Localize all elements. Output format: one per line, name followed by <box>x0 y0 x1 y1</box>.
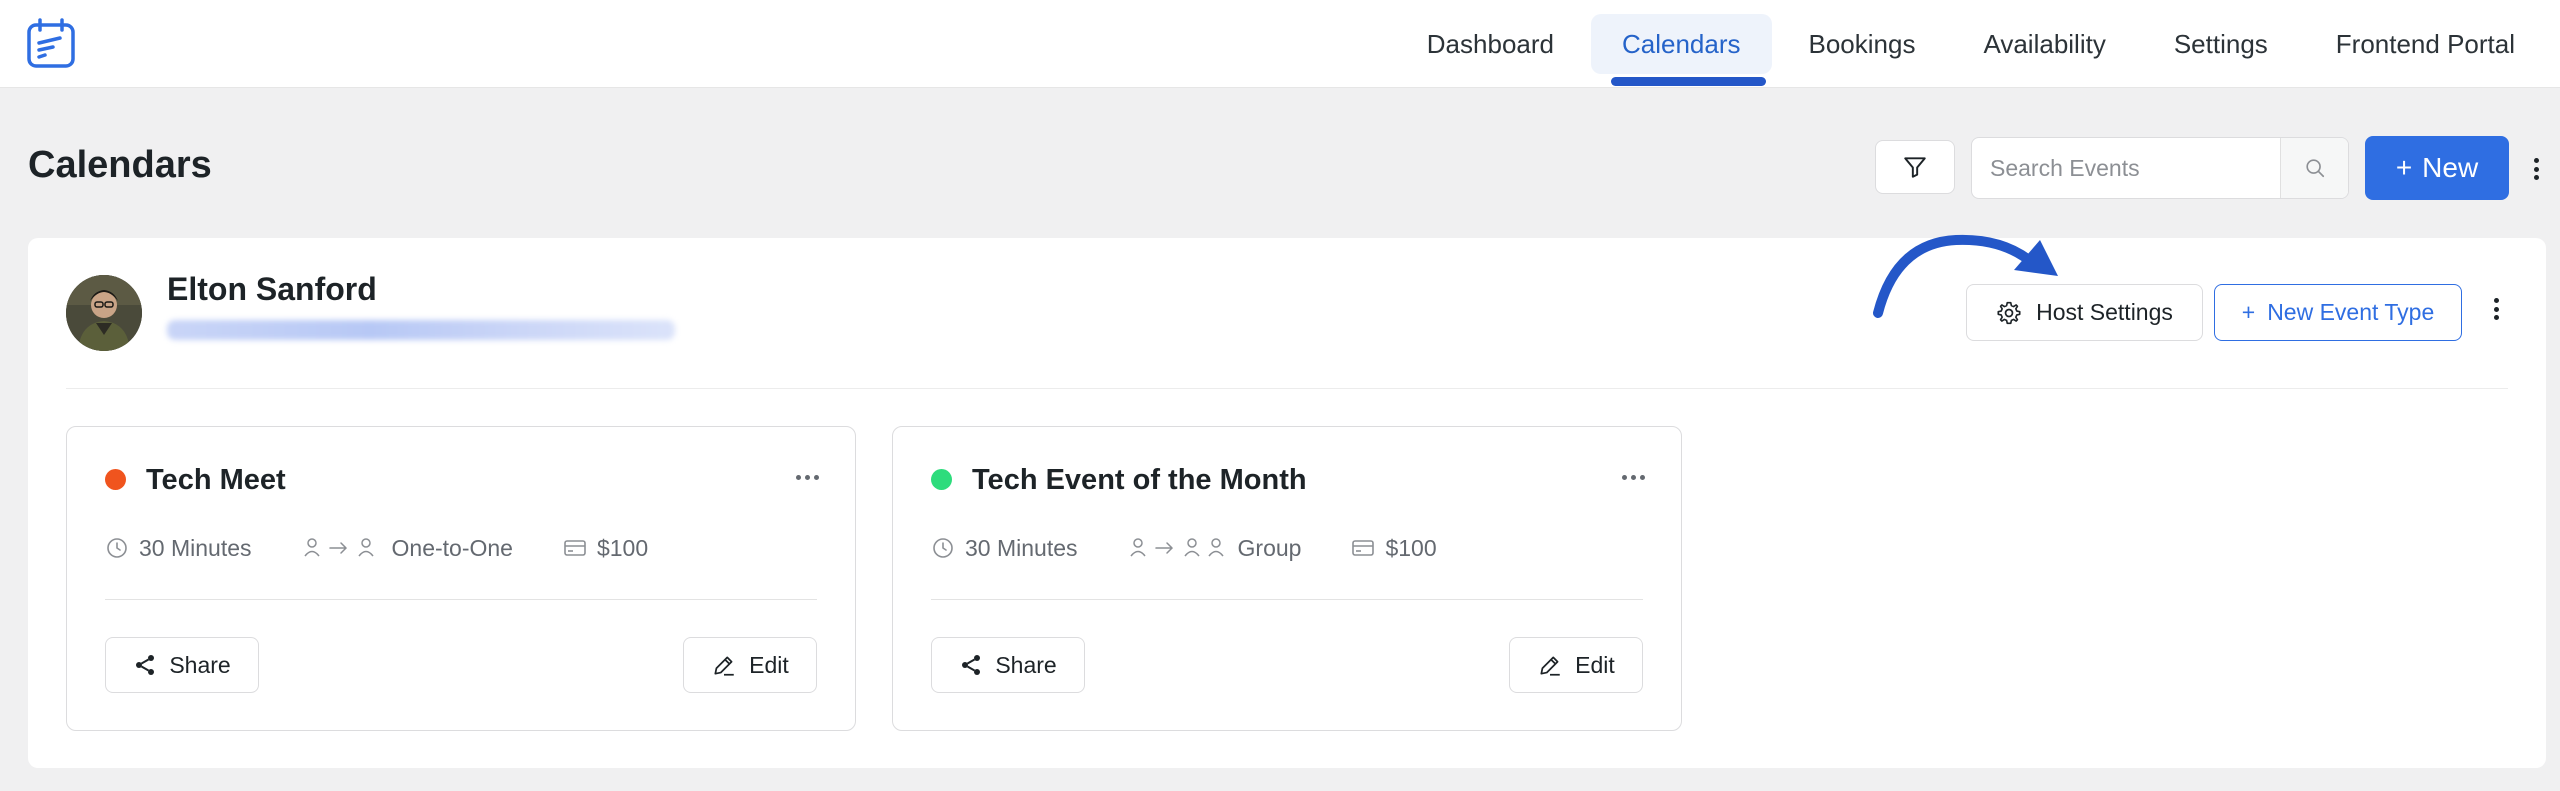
credit-card-icon <box>1351 536 1375 560</box>
plus-icon: + <box>2395 152 2413 183</box>
host-calendar-card: Elton Sanford Host Settings + New Event … <box>28 234 2546 768</box>
event-duration: 30 Minutes <box>105 535 252 562</box>
share-icon <box>133 653 157 677</box>
event-more-options-icon[interactable] <box>796 475 819 480</box>
search-input[interactable] <box>1972 138 2282 198</box>
search-box <box>1971 137 2349 199</box>
pencil-icon <box>1537 652 1563 678</box>
clock-icon <box>105 536 129 560</box>
nav-item-calendars[interactable]: Calendars <box>1590 14 1772 86</box>
nav-item-frontend-portal[interactable]: Frontend Portal <box>2305 14 2546 74</box>
event-price: $100 <box>1351 535 1437 562</box>
page-title: Calendars <box>28 144 212 186</box>
event-more-options-icon[interactable] <box>1622 475 1645 480</box>
page-more-options-icon[interactable] <box>2531 158 2541 180</box>
event-card: Tech Meet 30 Minutes One-to-One $100 Sha… <box>66 426 856 731</box>
nav-item-availability[interactable]: Availability <box>1952 14 2136 74</box>
gear-icon <box>1996 300 2022 326</box>
host-settings-label: Host Settings <box>2036 299 2173 325</box>
filter-icon <box>1902 154 1928 180</box>
filter-button[interactable] <box>1875 140 1955 194</box>
event-title: Tech Event of the Month <box>972 464 1307 496</box>
event-status-dot <box>931 469 952 490</box>
new-button-label: New <box>2422 152 2479 183</box>
event-type: Group <box>1128 535 1301 562</box>
avatar <box>66 275 142 351</box>
nav-item-settings[interactable]: Settings <box>2143 14 2299 74</box>
host-name: Elton Sanford <box>167 271 377 307</box>
new-button[interactable]: + New <box>2365 136 2509 200</box>
search-button[interactable] <box>2280 138 2348 198</box>
plus-icon: + <box>2241 299 2256 325</box>
event-title: Tech Meet <box>146 464 286 496</box>
event-duration: 30 Minutes <box>931 535 1078 562</box>
new-event-type-label: New Event Type <box>2267 299 2435 325</box>
divider <box>105 599 817 600</box>
share-icon <box>959 653 983 677</box>
pencil-icon <box>711 652 737 678</box>
credit-card-icon <box>563 536 587 560</box>
top-navigation-bar: Dashboard Calendars Bookings Availabilit… <box>0 0 2560 88</box>
event-meta: 30 Minutes Group $100 <box>931 531 1487 565</box>
event-status-dot <box>105 469 126 490</box>
share-button[interactable]: Share <box>105 637 259 693</box>
host-settings-button[interactable]: Host Settings <box>1966 284 2203 341</box>
nav-item-dashboard[interactable]: Dashboard <box>1396 14 1585 74</box>
search-icon <box>2304 157 2326 179</box>
edit-button[interactable]: Edit <box>683 637 817 693</box>
nav-item-bookings[interactable]: Bookings <box>1778 14 1947 74</box>
app-logo-icon[interactable] <box>26 17 76 69</box>
event-price: $100 <box>563 535 648 562</box>
host-more-options-icon[interactable] <box>2491 298 2501 320</box>
event-meta: 30 Minutes One-to-One $100 <box>105 531 698 565</box>
new-event-type-button[interactable]: + New Event Type <box>2214 284 2462 341</box>
host-email-redacted <box>167 320 675 340</box>
group-icon <box>1128 536 1228 560</box>
event-card: Tech Event of the Month 30 Minutes Group… <box>892 426 1682 731</box>
clock-icon <box>931 536 955 560</box>
divider <box>931 599 1643 600</box>
divider <box>66 388 2508 389</box>
event-type: One-to-One <box>302 535 513 562</box>
share-button[interactable]: Share <box>931 637 1085 693</box>
one-to-one-icon <box>302 536 382 560</box>
edit-button[interactable]: Edit <box>1509 637 1643 693</box>
main-nav: Dashboard Calendars Bookings Availabilit… <box>1396 0 2560 88</box>
